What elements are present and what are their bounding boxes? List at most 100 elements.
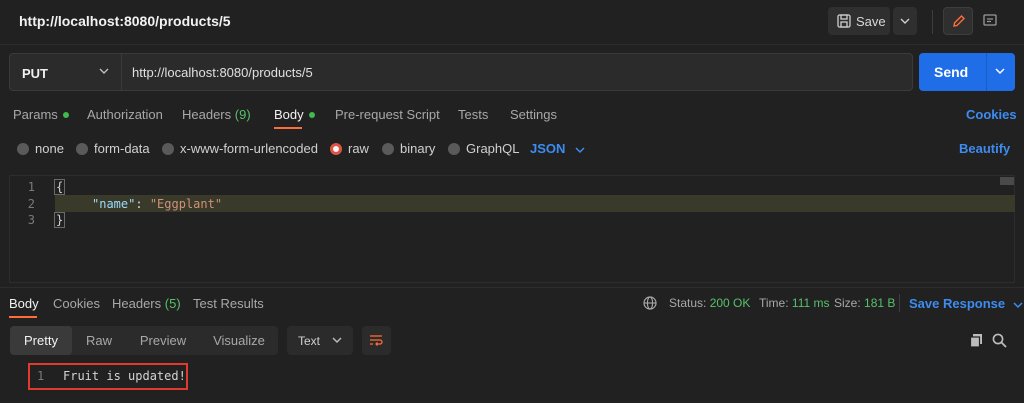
tab-authorization-label: Authorization: [87, 107, 163, 122]
time-value: 111 ms: [791, 296, 830, 310]
body-type-raw[interactable]: raw: [330, 141, 369, 157]
response-divider: [0, 287, 1024, 288]
body-format-select[interactable]: JSON: [530, 141, 585, 156]
body-type-graphql[interactable]: GraphQL: [448, 141, 519, 157]
chevron-down-icon: [332, 337, 342, 343]
cookies-link[interactable]: Cookies: [966, 107, 1017, 122]
tab-headers-count: (9): [234, 107, 251, 122]
response-format-label: Text: [298, 334, 321, 348]
json-key: "name": [92, 197, 136, 211]
view-tab-raw[interactable]: Raw: [72, 326, 126, 355]
status-value: 200 OK: [709, 296, 751, 310]
tab-pre-request-script[interactable]: Pre-request Script: [335, 107, 440, 122]
response-status[interactable]: Status: 200 OK: [669, 296, 750, 310]
response-line-number: 1: [37, 369, 45, 383]
request-body-editor[interactable]: [9, 175, 1015, 283]
tab-params-label: Params: [13, 107, 58, 122]
save-response-button[interactable]: Save Response: [909, 296, 1023, 311]
close-brace: }: [54, 212, 66, 228]
wrap-lines-button[interactable]: [362, 326, 391, 355]
comments-button[interactable]: [975, 7, 1005, 35]
params-indicator-dot: [62, 111, 69, 118]
tab-pre-request-label: Pre-request Script: [335, 107, 440, 122]
body-type-binary[interactable]: binary: [382, 141, 435, 157]
response-active-tab-indicator: [9, 316, 37, 318]
method-select[interactable]: PUT: [9, 53, 121, 91]
body-type-none-label: none: [35, 141, 64, 156]
editor-scroll-marker[interactable]: [1000, 177, 1014, 185]
body-type-none[interactable]: none: [17, 141, 64, 157]
send-divider: [986, 53, 987, 91]
response-tab-body[interactable]: Body: [9, 296, 39, 311]
save-button[interactable]: Save: [828, 7, 890, 35]
response-body-text: Fruit is updated!: [63, 369, 186, 383]
body-indicator-dot: [308, 111, 315, 118]
view-tab-preview[interactable]: Preview: [126, 326, 200, 355]
save-icon: [837, 14, 851, 28]
chevron-down-icon: [900, 18, 910, 24]
active-tab-indicator: [274, 127, 302, 129]
body-type-urlencoded-label: x-www-form-urlencoded: [180, 141, 318, 156]
radio-graphql[interactable]: [448, 142, 460, 155]
response-headers-count: (5): [164, 296, 181, 311]
radio-urlencoded[interactable]: [162, 142, 174, 155]
response-time[interactable]: Time: 111 ms: [759, 296, 829, 310]
response-tab-cookies-label: Cookies: [53, 296, 100, 311]
open-brace: {: [54, 179, 66, 195]
radio-none[interactable]: [17, 142, 29, 155]
size-label: Size:: [834, 296, 861, 310]
time-label: Time:: [759, 296, 789, 310]
body-type-binary-label: binary: [400, 141, 436, 156]
save-options-button[interactable]: [893, 7, 917, 35]
body-type-urlencoded[interactable]: x-www-form-urlencoded: [162, 141, 318, 157]
tab-tests-label: Tests: [458, 107, 489, 122]
line-number: 3: [27, 213, 35, 227]
save-response-label: Save Response: [909, 296, 1006, 311]
response-tab-headers-label: Headers: [112, 296, 162, 311]
edit-docs-button[interactable]: [943, 7, 973, 35]
tab-tests[interactable]: Tests: [458, 107, 488, 122]
response-tab-headers[interactable]: Headers (5): [112, 296, 181, 311]
view-tab-visualize[interactable]: Visualize: [200, 326, 278, 355]
body-format-label: JSON: [530, 141, 566, 156]
url-input[interactable]: http://localhost:8080/products/5: [121, 53, 913, 91]
response-tab-cookies[interactable]: Cookies: [53, 296, 100, 311]
search-icon[interactable]: [992, 333, 1007, 348]
code-line-3: }: [54, 212, 66, 228]
response-view-tabs: Pretty Raw Preview Visualize: [10, 326, 278, 355]
json-colon: :: [135, 197, 150, 211]
send-button[interactable]: Send: [919, 53, 1015, 91]
size-value: 181 B: [864, 296, 896, 310]
copy-icon[interactable]: [969, 333, 984, 348]
tab-headers[interactable]: Headers (9): [182, 107, 251, 122]
globe-icon[interactable]: [643, 296, 657, 310]
tab-settings[interactable]: Settings: [510, 107, 557, 122]
status-label: Status:: [669, 296, 707, 310]
tab-params[interactable]: Params: [13, 107, 69, 122]
code-line-2: "name": "Eggplant": [92, 197, 222, 211]
tab-body[interactable]: Body: [274, 107, 315, 122]
response-format-select[interactable]: Text: [287, 326, 353, 355]
view-tab-pretty[interactable]: Pretty: [10, 326, 72, 355]
chevron-down-icon: [1013, 302, 1023, 308]
wrap-lines-icon: [370, 335, 383, 346]
body-type-raw-label: raw: [348, 141, 369, 156]
response-size[interactable]: Size: 181 B: [834, 296, 895, 310]
chevron-down-icon[interactable]: [993, 65, 1007, 77]
beautify-link[interactable]: Beautify: [959, 141, 1010, 156]
tab-authorization[interactable]: Authorization: [87, 107, 163, 122]
body-type-form-data[interactable]: form-data: [76, 141, 150, 157]
chevron-down-icon: [99, 68, 109, 74]
comment-icon: [983, 14, 997, 26]
save-label: Save: [856, 14, 886, 29]
chevron-down-icon: [575, 147, 585, 153]
line-number: 2: [27, 197, 35, 211]
radio-binary[interactable]: [382, 142, 394, 155]
method-label: PUT: [22, 66, 48, 81]
code-line-1: {: [54, 179, 66, 195]
radio-raw[interactable]: [330, 142, 342, 155]
response-tab-test-results[interactable]: Test Results: [193, 296, 264, 311]
url-text: http://localhost:8080/products/5: [132, 65, 313, 80]
request-title[interactable]: http://localhost:8080/products/5: [19, 13, 231, 29]
radio-form-data[interactable]: [76, 142, 88, 155]
